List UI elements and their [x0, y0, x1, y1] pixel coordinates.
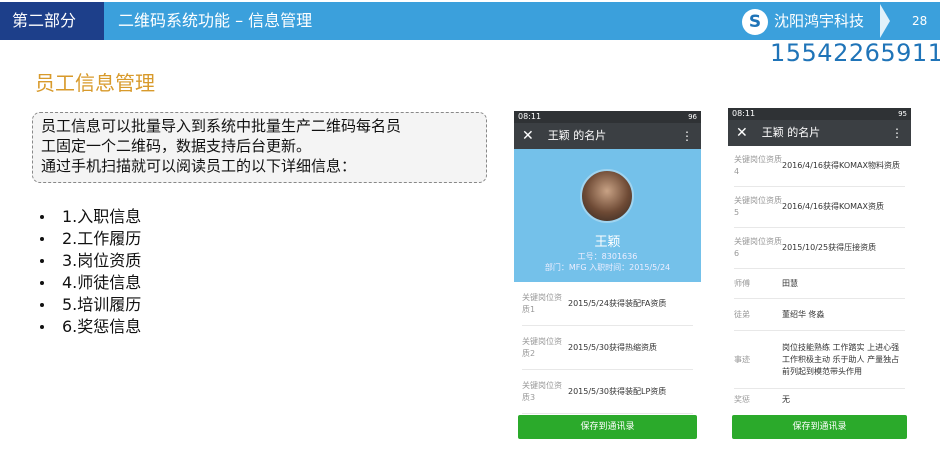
row-label: 关键岗位资质3 [522, 380, 562, 402]
bullet-text: 4.师徒信息 [62, 273, 142, 292]
row-value: 2016/4/16获得KOMAX资质 [782, 202, 884, 211]
status-bar: 08:11 95 [728, 108, 911, 120]
bullet-dot-icon [40, 259, 44, 263]
row-label: 关键岗位资质6 [734, 237, 782, 258]
description-callout: 员工信息可以批量导入到系统中批量生产二维码每名员 工固定一个二维码，数据支持后台… [32, 112, 487, 183]
qualification-list: 关键岗位资质1 2015/5/24获得装配FA资质 关键岗位资质2 2015/5… [514, 282, 701, 414]
list-item: 关键岗位资质3 2015/5/30获得装配LP资质 [522, 370, 693, 414]
phone-screenshot-profile: 08:11 96 ✕ 王颖 的名片 ⋮ 王颖 工号：8301636 部门：MFG… [514, 111, 701, 441]
bullet-dot-icon [40, 215, 44, 219]
bullet-item: 6.奖惩信息 [40, 316, 141, 338]
bullet-text: 2.工作履历 [62, 229, 142, 248]
company-name: 沈阳鸿宇科技 [774, 12, 865, 30]
row-value: 岗位技能熟练 工作踏实 上进心强 工作积极主动 乐于助人 产量独占前列起到模范带… [782, 342, 900, 376]
list-item: 徒弟 董绍华 佟淼 [734, 299, 905, 331]
profile-header: 王颖 工号：8301636 部门：MFG 入职时间：2015/5/24 [514, 149, 701, 282]
row-value: 2016/4/16获得KOMAX物料资质 [782, 161, 900, 170]
callout-line: 员工信息可以批量导入到系统中批量生产二维码每名员 [41, 117, 402, 135]
list-item: 关键岗位资质5 2016/4/16获得KOMAX资质 [734, 187, 905, 228]
header-title: 二维码系统功能 – 信息管理 [118, 11, 313, 30]
battery-level: 96 [688, 113, 697, 121]
part-arrow-icon [92, 2, 104, 40]
status-time: 08:11 [518, 112, 542, 121]
more-icon[interactable]: ⋮ [681, 123, 693, 149]
status-time: 08:11 [732, 109, 756, 118]
bullet-text: 1.入职信息 [62, 207, 142, 226]
list-item: 奖惩 无 [734, 389, 905, 411]
row-value: 2015/5/30获得热缩资质 [568, 342, 658, 352]
battery-level: 95 [898, 110, 907, 118]
save-to-contacts-button[interactable]: 保存到通讯录 [732, 415, 907, 439]
row-label: 关键岗位资质4 [734, 155, 782, 176]
row-label: 奖惩 [734, 395, 750, 404]
close-icon[interactable]: ✕ [736, 120, 748, 146]
card-title-bar: ✕ 王颖 的名片 ⋮ [514, 123, 701, 149]
list-item: 关键岗位资质1 2015/5/24获得装配FA资质 [522, 282, 693, 326]
bullet-item: 3.岗位资质 [40, 250, 141, 272]
row-label: 师傅 [734, 278, 750, 288]
bullet-item: 5.培训履历 [40, 294, 141, 316]
header-chevron-icon [880, 4, 890, 38]
avatar [580, 169, 634, 223]
bullet-dot-icon [40, 303, 44, 307]
bullet-dot-icon [40, 325, 44, 329]
section-part-label: 第二部分 [0, 2, 104, 40]
more-icon[interactable]: ⋮ [891, 120, 903, 146]
row-label: 关键岗位资质5 [734, 196, 782, 217]
row-value: 董绍华 佟淼 [782, 309, 825, 319]
status-bar: 08:11 96 [514, 111, 701, 123]
bullet-item: 4.师徒信息 [40, 272, 141, 294]
row-value: 2015/5/30获得装配LP资质 [568, 386, 667, 396]
slide-header: 第二部分 二维码系统功能 – 信息管理 S 沈阳鸿宇科技 28 [0, 0, 940, 42]
callout-line: 工固定一个二维码，数据支持后台更新。 [41, 137, 312, 155]
row-label: 事迹 [734, 354, 750, 364]
list-item: 事迹 岗位技能熟练 工作踏实 上进心强 工作积极主动 乐于助人 产量独占前列起到… [734, 331, 905, 389]
bullet-text: 5.培训履历 [62, 295, 142, 314]
list-item: 关键岗位资质2 2015/5/30获得热缩资质 [522, 326, 693, 370]
save-to-contacts-button[interactable]: 保存到通讯录 [518, 415, 697, 439]
info-bullet-list: 1.入职信息 2.工作履历 3.岗位资质 4.师徒信息 5.培训履历 6.奖惩信… [40, 206, 141, 338]
card-title: 王颖 的名片 [761, 126, 821, 139]
list-item: 关键岗位资质4 2016/4/16获得KOMAX物料资质 [734, 146, 905, 187]
row-label: 关键岗位资质2 [522, 336, 562, 358]
callout-line: 通过手机扫描就可以阅读员工的以下详细信息： [41, 157, 357, 175]
row-label: 徒弟 [734, 309, 750, 319]
employee-id: 工号：8301636 [577, 252, 638, 261]
list-item: 关键岗位资质6 2015/10/25获得压接资质 [734, 228, 905, 269]
bullet-item: 1.入职信息 [40, 206, 141, 228]
bullet-text: 3.岗位资质 [62, 251, 142, 270]
detail-list: 关键岗位资质4 2016/4/16获得KOMAX物料资质 关键岗位资质5 201… [728, 146, 911, 411]
close-icon[interactable]: ✕ [522, 123, 534, 149]
row-label: 关键岗位资质1 [522, 292, 562, 314]
phone-screenshot-details: 08:11 95 ✕ 王颖 的名片 ⋮ 关键岗位资质4 2016/4/16获得K… [728, 108, 911, 441]
row-value: 田慧 [782, 278, 798, 288]
employee-dept: 部门：MFG 入职时间：2015/5/24 [544, 263, 671, 272]
section-title: 员工信息管理 [35, 71, 155, 95]
bullet-dot-icon [40, 281, 44, 285]
company-logo-icon: S [742, 9, 768, 35]
phone-number: 15542265911 [770, 39, 940, 67]
card-title: 王颖 的名片 [547, 129, 607, 142]
page-number: 28 [912, 14, 928, 28]
list-item: 师傅 田慧 [734, 269, 905, 299]
row-value: 无 [782, 395, 790, 404]
row-value: 2015/5/24获得装配FA资质 [568, 298, 667, 308]
bullet-item: 2.工作履历 [40, 228, 141, 250]
employee-name: 王颖 [594, 235, 621, 250]
row-value: 2015/10/25获得压接资质 [782, 243, 877, 252]
card-title-bar: ✕ 王颖 的名片 ⋮ [728, 120, 911, 146]
bullet-text: 6.奖惩信息 [62, 317, 142, 336]
bullet-dot-icon [40, 237, 44, 241]
